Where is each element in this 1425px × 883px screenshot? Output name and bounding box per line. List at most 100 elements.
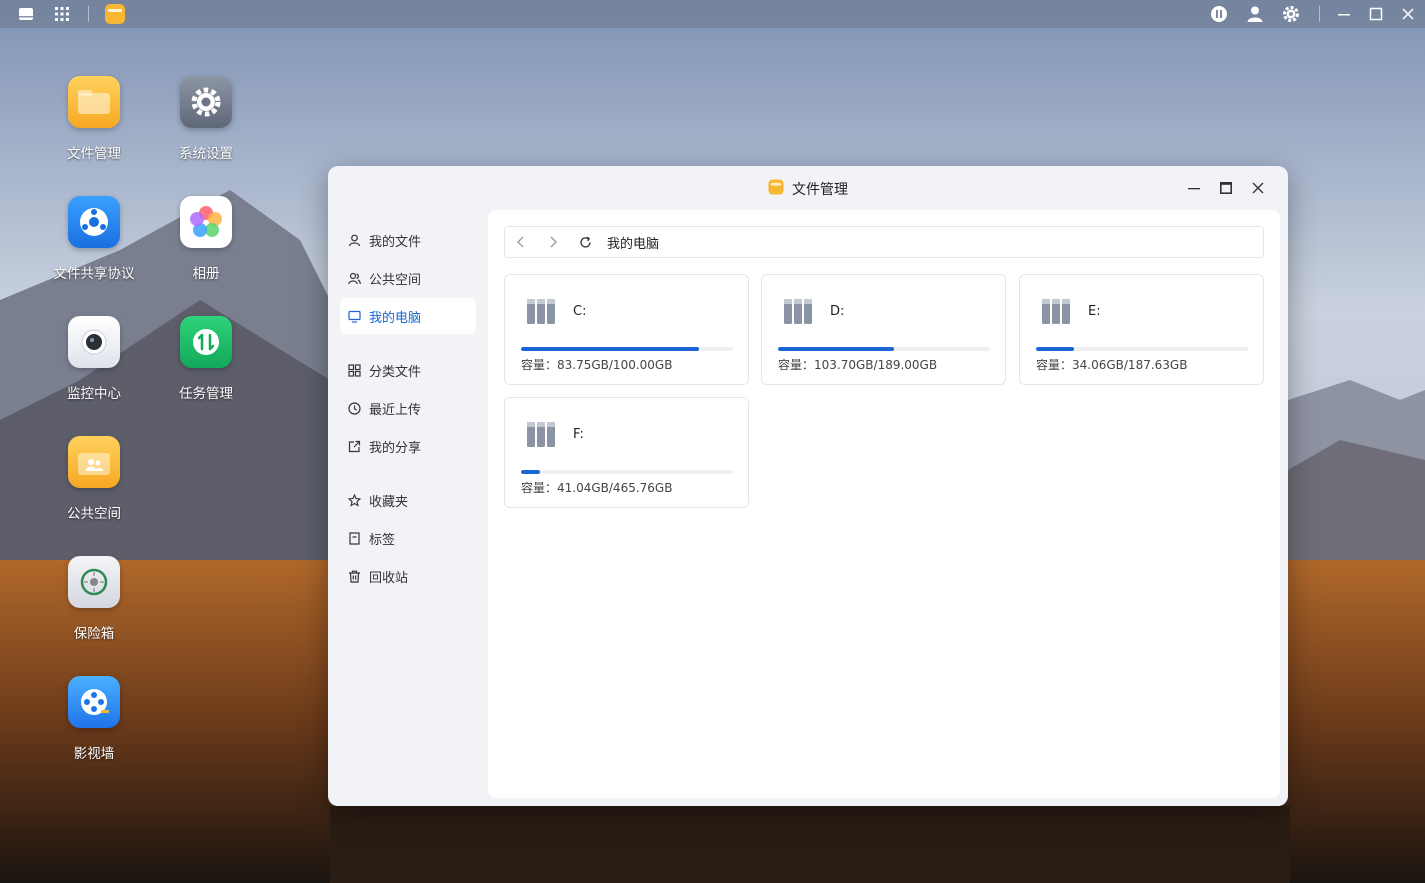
star-icon [348, 493, 361, 507]
sidebar-item-recycle-bin[interactable]: 回收站 [340, 558, 476, 594]
drive-name: D: [830, 304, 845, 319]
sidebar-item-label: 我的电脑 [369, 310, 422, 326]
maximize-icon[interactable] [1362, 0, 1390, 28]
settings-icon[interactable] [1277, 0, 1305, 28]
main-content: 我的电脑 C: 容量：83.75GB/100.00GB D: 容量：103.70… [488, 210, 1280, 798]
minimize-all-icon[interactable] [1330, 0, 1358, 28]
desktop-icon-label: 相册 [192, 266, 220, 282]
desktop-icon-share-protocol[interactable]: 文件共享协议 [44, 196, 144, 282]
drive-name: E: [1088, 304, 1101, 319]
drive-card-f[interactable]: F: 容量：41.04GB/465.76GB [504, 397, 749, 508]
desktop-icon-monitor-center[interactable]: 监控中心 [44, 316, 144, 402]
video-icon [68, 676, 120, 728]
gear-icon [180, 76, 232, 128]
sidebar-item-my-computer[interactable]: 我的电脑 [340, 298, 476, 334]
capacity-bar-fill [521, 347, 699, 351]
trash-icon [349, 570, 360, 583]
share-protocol-icon [68, 196, 120, 248]
capacity-bar [521, 347, 733, 351]
sidebar-item-tags[interactable]: 标签 [340, 520, 476, 556]
capacity-bar [521, 470, 733, 474]
desktop-icon-public-space[interactable]: 公共空间 [44, 436, 144, 522]
current-path[interactable]: 我的电脑 [607, 233, 659, 252]
window-title: 文件管理 [768, 179, 848, 199]
desktop-icon-photos[interactable]: 相册 [156, 196, 256, 282]
taskbar-file-manager-icon[interactable] [101, 0, 129, 28]
public-folder-icon [68, 436, 120, 488]
window-minimize-button[interactable] [1184, 178, 1204, 198]
chevron-right-icon [550, 236, 557, 248]
folder-icon [68, 76, 120, 128]
desktop-icon-label: 保险箱 [73, 626, 115, 642]
window-title-text: 文件管理 [792, 182, 848, 198]
taskbar-divider [1319, 6, 1320, 22]
sidebar-item-label: 标签 [369, 532, 396, 548]
window-close-button[interactable] [1248, 178, 1268, 198]
notification-icon[interactable] [1205, 0, 1233, 28]
address-bar: 我的电脑 [504, 226, 1264, 258]
drive-capacity: 容量：34.06GB/187.63GB [1036, 358, 1188, 372]
desktop-icon-video-wall[interactable]: 影视墙 [44, 676, 144, 762]
computer-icon [348, 310, 361, 323]
window-maximize-button[interactable] [1216, 178, 1236, 198]
sidebar-item-label: 我的文件 [369, 234, 422, 250]
drive-capacity: 容量：103.70GB/189.00GB [778, 358, 938, 372]
taskbar-divider [88, 6, 89, 22]
desktop-icon-label: 文件共享协议 [53, 266, 135, 282]
app-grid-icon[interactable] [48, 0, 76, 28]
drive-capacity: 容量：83.75GB/100.00GB [521, 358, 673, 372]
sidebar-item-label: 分类文件 [369, 364, 422, 380]
hard-drive-icon [527, 422, 555, 447]
file-manager-icon [768, 179, 784, 199]
desktop-icon-label: 影视墙 [73, 746, 115, 762]
hard-drive-icon [784, 299, 812, 324]
desktop-icon-task-manager[interactable]: 任务管理 [156, 316, 256, 402]
desktop-icon-safe[interactable]: 保险箱 [44, 556, 144, 642]
back-button[interactable] [505, 227, 537, 257]
refresh-button[interactable] [569, 227, 601, 257]
sidebar-item-label: 公共空间 [369, 272, 422, 288]
chevron-left-icon [517, 236, 524, 248]
sidebar-item-public-space[interactable]: 公共空间 [340, 260, 476, 296]
capacity-bar [778, 347, 990, 351]
sidebar-item-label: 回收站 [369, 570, 409, 586]
hard-drive-icon [527, 299, 555, 324]
sidebar-item-favorites[interactable]: 收藏夹 [340, 482, 476, 518]
sidebar-item-label: 我的分享 [369, 440, 422, 456]
sidebar-item-my-shares[interactable]: 我的分享 [340, 428, 476, 464]
safe-icon [68, 556, 120, 608]
photos-icon [180, 196, 232, 248]
sidebar-item-label: 收藏夹 [369, 494, 409, 510]
desktop-icon-settings[interactable]: 系统设置 [156, 76, 256, 162]
sidebar-item-my-files[interactable]: 我的文件 [340, 222, 476, 258]
desktop-icon-label: 监控中心 [67, 386, 121, 402]
capacity-bar-fill [778, 347, 895, 351]
drive-card-d[interactable]: D: 容量：103.70GB/189.00GB [761, 274, 1006, 385]
capacity-bar [1036, 347, 1248, 351]
drive-name: C: [573, 304, 587, 319]
sidebar: 我的文件 公共空间 我的电脑 分类文件 最近上传 我的分享 收藏夹 标签 回收站 [340, 222, 476, 596]
hard-drive-icon [1042, 299, 1070, 324]
file-manager-window: 文件管理 我的文件 公共空间 我的电脑 分类文件 最近上传 我的分享 收藏夹 标… [328, 166, 1288, 806]
show-desktop-icon[interactable] [12, 0, 40, 28]
sidebar-item-categories[interactable]: 分类文件 [340, 352, 476, 388]
desktop-icon-label: 文件管理 [67, 146, 121, 162]
drive-name: F: [573, 427, 584, 442]
capacity-bar-fill [521, 470, 540, 474]
close-icon[interactable] [1394, 0, 1422, 28]
forward-button[interactable] [537, 227, 569, 257]
window-titlebar[interactable]: 文件管理 [328, 166, 1288, 210]
user-icon[interactable] [1241, 0, 1269, 28]
grid-icon [348, 363, 361, 377]
refresh-icon [579, 236, 591, 248]
sidebar-item-recent-uploads[interactable]: 最近上传 [340, 390, 476, 426]
drive-card-c[interactable]: C: 容量：83.75GB/100.00GB [504, 274, 749, 385]
drive-card-e[interactable]: E: 容量：34.06GB/187.63GB [1019, 274, 1264, 385]
share-icon [348, 440, 361, 452]
sidebar-item-label: 最近上传 [369, 402, 422, 418]
camera-icon [68, 316, 120, 368]
desktop-icon-file-manager[interactable]: 文件管理 [44, 76, 144, 162]
tag-icon [349, 531, 360, 545]
